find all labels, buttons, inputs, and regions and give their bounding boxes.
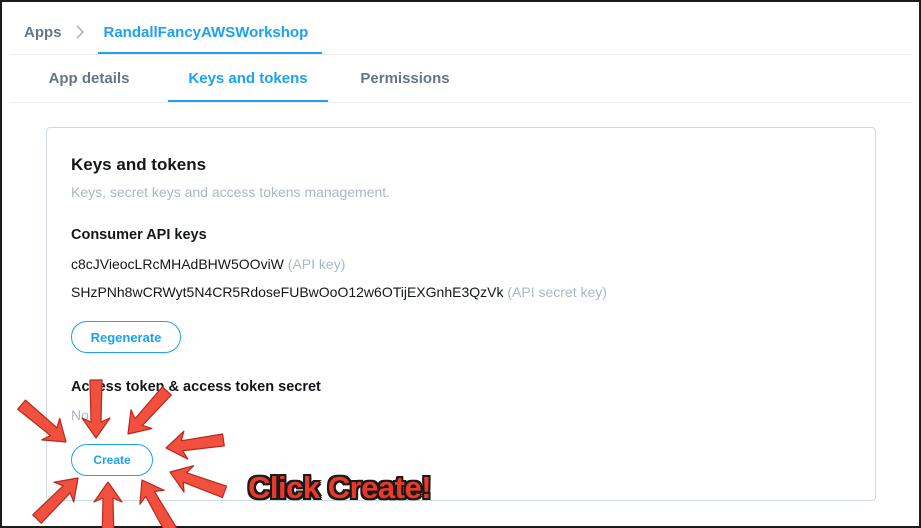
chevron-right-icon bbox=[72, 24, 88, 40]
create-button[interactable]: Create bbox=[71, 444, 153, 476]
card-subtitle: Keys, secret keys and access tokens mana… bbox=[71, 184, 391, 200]
api-secret-value: SHzPNh8wCRWyt5N4CR5RdoseFUBwOoO12w6OTijE… bbox=[71, 284, 504, 300]
breadcrumb-current-app[interactable]: RandallFancyAWSWorkshop bbox=[97, 10, 323, 54]
tab-app-details[interactable]: App details bbox=[26, 54, 152, 102]
tab-bar: App details Keys and tokens Permissions bbox=[26, 54, 474, 102]
tab-permissions[interactable]: Permissions bbox=[336, 54, 474, 102]
api-secret-hint: (API secret key) bbox=[507, 284, 607, 300]
access-token-empty-text: No bbox=[71, 407, 89, 423]
keys-and-tokens-card: Keys and tokens Keys, secret keys and ac… bbox=[46, 127, 876, 501]
tabs-divider bbox=[10, 102, 911, 103]
click-create-callout: Click Create! bbox=[248, 470, 432, 505]
tab-keys-and-tokens[interactable]: Keys and tokens bbox=[168, 54, 328, 102]
breadcrumb: Apps RandallFancyAWSWorkshop bbox=[24, 10, 323, 54]
breadcrumb-apps-link[interactable]: Apps bbox=[24, 24, 62, 41]
regenerate-button[interactable]: Regenerate bbox=[71, 321, 181, 353]
api-key-row: c8cJVieocLRcMHAdBHW5OOviW (API key) bbox=[71, 256, 345, 272]
app-window: Apps RandallFancyAWSWorkshop App details… bbox=[0, 0, 921, 528]
access-token-heading: Access token & access token secret bbox=[71, 379, 321, 395]
consumer-api-keys-heading: Consumer API keys bbox=[71, 227, 207, 243]
api-key-hint: (API key) bbox=[287, 256, 346, 272]
api-key-value: c8cJVieocLRcMHAdBHW5OOviW bbox=[71, 256, 284, 272]
card-title: Keys and tokens bbox=[71, 155, 207, 174]
api-secret-row: SHzPNh8wCRWyt5N4CR5RdoseFUBwOoO12w6OTijE… bbox=[71, 284, 607, 300]
